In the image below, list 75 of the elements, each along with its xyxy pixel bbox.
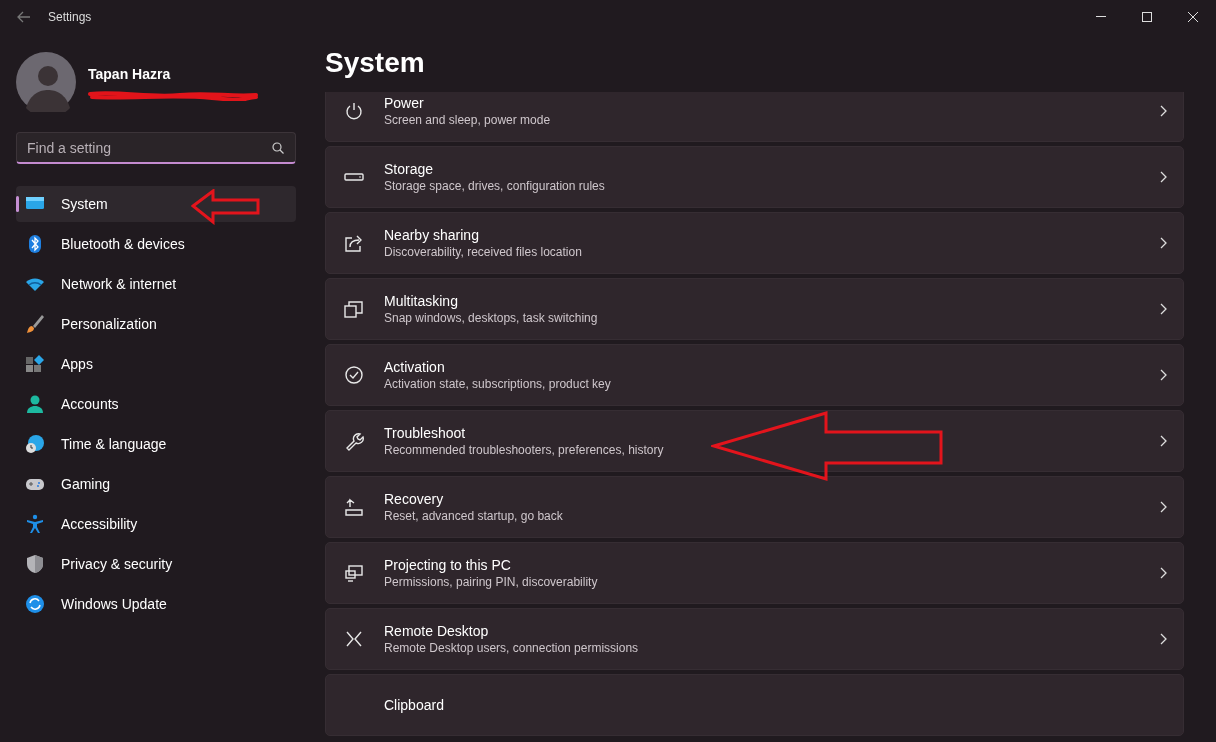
back-arrow-icon[interactable] bbox=[17, 11, 31, 23]
card-title: Nearby sharing bbox=[384, 226, 480, 244]
chevron-right-icon bbox=[1159, 171, 1167, 183]
windows-icon bbox=[344, 299, 364, 319]
avatar bbox=[16, 52, 76, 112]
card-title: Recovery bbox=[384, 490, 445, 508]
settings-card[interactable]: Multitasking Snap windows, desktops, task switching bbox=[325, 278, 1184, 340]
annotation-arrow bbox=[191, 189, 260, 225]
settings-card[interactable]: Nearby sharing Discoverability, received files location bbox=[325, 212, 1184, 274]
chevron-right-icon bbox=[1159, 369, 1167, 381]
card-description: Reset, advanced startup, go back bbox=[384, 508, 564, 524]
update-icon bbox=[25, 594, 45, 614]
card-description: Permissions, pairing PIN, discoverability bbox=[384, 574, 599, 590]
sidebar-item[interactable]: Bluetooth & devices bbox=[16, 226, 296, 262]
apps-icon bbox=[25, 354, 45, 374]
sidebar-item[interactable]: Personalization bbox=[16, 306, 296, 342]
check-circle-icon bbox=[344, 365, 364, 385]
maximize-icon[interactable] bbox=[1142, 12, 1152, 22]
settings-card[interactable]: Troubleshoot Recommended troubleshooters, preferences, history bbox=[325, 410, 1184, 472]
minimize-icon[interactable] bbox=[1096, 16, 1106, 18]
sidebar-item[interactable]: Time & language bbox=[16, 426, 296, 462]
share-icon bbox=[344, 233, 364, 253]
card-title: Multitasking bbox=[384, 292, 459, 310]
card-title: Projecting to this PC bbox=[384, 556, 512, 574]
wrench-icon bbox=[344, 431, 364, 451]
recovery-icon bbox=[344, 497, 364, 517]
chevron-right-icon bbox=[1159, 237, 1167, 249]
sidebar-item[interactable]: Apps bbox=[16, 346, 296, 382]
sidebar-item[interactable]: System bbox=[16, 186, 296, 222]
card-title: Troubleshoot bbox=[384, 424, 467, 442]
chevron-right-icon bbox=[1159, 567, 1167, 579]
card-description: Activation state, subscriptions, product key bbox=[384, 376, 612, 392]
settings-card[interactable]: Remote Desktop Remote Desktop users, connection permissions bbox=[325, 608, 1184, 670]
card-title: Power bbox=[384, 94, 425, 112]
card-title: Clipboard bbox=[384, 696, 445, 714]
card-description: Discoverability, received files location bbox=[384, 244, 583, 260]
chevron-right-icon bbox=[1159, 435, 1167, 447]
settings-card[interactable]: Activation Activation state, subscriptions, product key bbox=[325, 344, 1184, 406]
settings-card[interactable]: Power Screen and sleep, power mode bbox=[325, 92, 1184, 142]
paintbrush-icon bbox=[25, 314, 45, 334]
card-description: Screen and sleep, power mode bbox=[384, 112, 552, 128]
window-title: Settings bbox=[48, 9, 92, 26]
card-title: Activation bbox=[384, 358, 446, 376]
chevron-right-icon bbox=[1159, 501, 1167, 513]
shield-icon bbox=[25, 554, 45, 574]
person-icon bbox=[25, 394, 45, 414]
card-description: Storage space, drives, configuration rules bbox=[384, 178, 606, 194]
sidebar-item[interactable]: Windows Update bbox=[16, 586, 296, 622]
accessibility-icon bbox=[25, 514, 45, 534]
page-title: System bbox=[325, 46, 426, 80]
settings-card[interactable]: Recovery Reset, advanced startup, go back bbox=[325, 476, 1184, 538]
sidebar-item[interactable]: Accounts bbox=[16, 386, 296, 422]
card-title: Storage bbox=[384, 160, 435, 178]
settings-card[interactable]: Clipboard bbox=[325, 674, 1184, 736]
user-name: Tapan Hazra bbox=[88, 64, 172, 84]
globe-clock-icon bbox=[25, 434, 45, 454]
chevron-right-icon bbox=[1159, 105, 1167, 117]
card-description: Snap windows, desktops, task switching bbox=[384, 310, 599, 326]
search-icon bbox=[272, 142, 284, 154]
sidebar-item[interactable]: Privacy & security bbox=[16, 546, 296, 582]
power-icon bbox=[344, 101, 364, 121]
sidebar-item[interactable]: Accessibility bbox=[16, 506, 296, 542]
sidebar-item[interactable]: Gaming bbox=[16, 466, 296, 502]
settings-card[interactable]: Projecting to this PC Permissions, pairing PIN, discoverability bbox=[325, 542, 1184, 604]
settings-card[interactable]: Storage Storage space, drives, configuration rules bbox=[325, 146, 1184, 208]
sidebar-item[interactable]: Network & internet bbox=[16, 266, 296, 302]
remote-icon bbox=[344, 629, 364, 649]
chevron-right-icon bbox=[1159, 303, 1167, 315]
card-description: Recommended troubleshooters, preferences, history bbox=[384, 442, 665, 458]
search-field[interactable]: Find a setting bbox=[16, 132, 296, 164]
chevron-right-icon bbox=[1159, 633, 1167, 645]
close-icon[interactable] bbox=[1188, 12, 1198, 22]
card-title: Remote Desktop bbox=[384, 622, 490, 640]
card-description: Remote Desktop users, connection permissions bbox=[384, 640, 640, 656]
projector-icon bbox=[344, 563, 364, 583]
